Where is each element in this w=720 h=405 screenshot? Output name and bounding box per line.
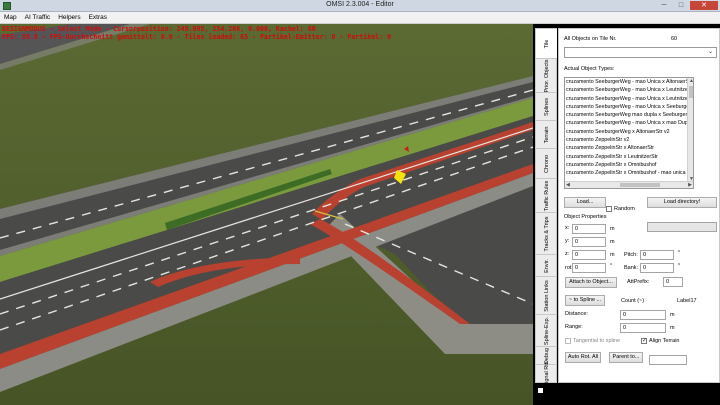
list-item[interactable]: cruzamento SeeburgerWeg mao dupla x Seeb…: [565, 111, 693, 119]
window-title: OMSI 2.3.004 - Editor: [326, 1, 394, 8]
load-button[interactable]: Load...: [564, 197, 606, 208]
tab-prior-objects[interactable]: Prior. Objects: [536, 59, 557, 93]
distance-label: Distance:: [565, 311, 588, 317]
auto-rot-all-button[interactable]: Auto Rot. All: [565, 352, 601, 363]
tab-tile[interactable]: Tile: [536, 29, 557, 59]
list-item[interactable]: cruzamento ZeppelinStr x Omnibushof: [565, 161, 693, 169]
tab-tracks-trips[interactable]: Tracks & Trips: [536, 213, 557, 255]
title-bar: OMSI 2.3.004 - Editor ─ □ ✕: [0, 0, 720, 12]
list-item[interactable]: cruzamento SeeburgerWeg - mao Unica x ma…: [565, 119, 693, 127]
load-directory-button[interactable]: Load directory!: [647, 197, 717, 208]
close-button[interactable]: ✕: [690, 1, 718, 10]
list-item[interactable]: cruzamento SeeburgerWeg - mao Unica x Al…: [565, 78, 693, 86]
tangential-label: Tangential to spline: [573, 338, 621, 344]
x-label: x:: [565, 225, 570, 231]
pitch-label: Pitch:: [624, 252, 638, 258]
to-spline-button[interactable]: ~ to Spline ...: [565, 295, 605, 306]
random-label: Random: [614, 206, 635, 212]
attprefix-field[interactable]: 0: [663, 277, 683, 287]
list-item[interactable]: cruzamento SeeburgerWeg - mao Unica x Le…: [565, 86, 693, 94]
range-label: Range:: [565, 324, 583, 330]
hud-fps-line: FPS: 59.8 - FPS-Durchschnitt gemittelt: …: [2, 33, 392, 41]
bank-field[interactable]: 0: [640, 263, 674, 273]
z-label: z:: [565, 251, 570, 257]
y-label: y:: [565, 238, 570, 244]
list-vertical-scrollbar[interactable]: ▲ ▼: [687, 78, 693, 182]
scroll-thumb[interactable]: [689, 86, 693, 98]
range-unit: m: [670, 325, 675, 331]
tab-terrain[interactable]: Terrain: [536, 121, 557, 149]
list-item[interactable]: cruzamento ZeppelinStr x AltonaerStr: [565, 144, 693, 152]
pitch-unit: °: [678, 250, 681, 256]
tab-chrono[interactable]: Chrono: [536, 149, 557, 179]
object-types-list[interactable]: cruzamento SeeburgerWeg - mao Unica x Al…: [564, 77, 694, 189]
random-checkbox[interactable]: [606, 206, 612, 212]
status-indicator: [538, 388, 543, 393]
count-label: Count (~): [621, 298, 645, 304]
x-field[interactable]: 0: [572, 224, 606, 234]
minimize-button[interactable]: ─: [656, 1, 672, 10]
list-item[interactable]: cruzamento ZeppelinStr x LeutnitzerStr: [565, 153, 693, 161]
distance-field[interactable]: 0: [620, 310, 666, 320]
rot-unit: °: [610, 263, 613, 269]
tab-traffic-rules[interactable]: Traffic Rules: [536, 179, 557, 213]
bank-unit: °: [678, 263, 681, 269]
y-unit: m: [610, 239, 615, 245]
count-value: Label17: [677, 298, 697, 304]
hud-status-line: DESIGNMODUS - Select Mode - Cursorpositi…: [2, 25, 316, 33]
menu-extras[interactable]: Extras: [85, 12, 111, 24]
z-field[interactable]: 0: [572, 250, 606, 260]
y-field[interactable]: 0: [572, 237, 606, 247]
scroll-left-icon[interactable]: ◀: [566, 182, 570, 188]
tab-spline-exp[interactable]: Spline-Exp.: [536, 315, 557, 347]
rot-field[interactable]: 0: [572, 263, 606, 273]
all-objects-label: All Objects on Tile Nr.: [564, 36, 617, 42]
distance-unit: m: [670, 312, 675, 318]
menu-bar: Map AI Traffic Helpers Extras: [0, 12, 720, 24]
tab-splines[interactable]: Splines: [536, 93, 557, 121]
tangential-checkbox[interactable]: [565, 338, 571, 344]
bank-label: Bank:: [624, 265, 639, 271]
list-item[interactable]: cruzamento ZeppelinStr v2: [565, 136, 693, 144]
list-item[interactable]: cruzamento SeeburgerWeg - mao Unica x Se…: [565, 103, 693, 111]
z-unit: m: [610, 252, 615, 258]
editor-3d-viewport[interactable]: DESIGNMODUS - Select Mode - Cursorpositi…: [0, 24, 533, 405]
tab-station-links[interactable]: Station Links: [536, 277, 557, 315]
tile-number: 60: [671, 36, 678, 42]
pitch-field[interactable]: 0: [640, 250, 674, 260]
road-scene: [0, 24, 533, 405]
menu-ai-traffic[interactable]: AI Traffic: [21, 12, 55, 24]
chevron-down-icon[interactable]: ⌄: [706, 48, 715, 57]
attprefix-label: AttPrefix:: [627, 279, 650, 285]
tab-envir[interactable]: Envir.: [536, 255, 557, 277]
tile-tab-content: All Objects on Tile Nr. 60 ⌄ Actual Obje…: [558, 28, 720, 383]
object-properties-label: Object Properties: [564, 214, 607, 220]
menu-map[interactable]: Map: [0, 12, 21, 24]
scroll-thumb[interactable]: [620, 183, 660, 187]
object-preview-field: [647, 222, 717, 232]
parent-field[interactable]: [649, 355, 687, 365]
x-unit: m: [610, 226, 615, 232]
attach-to-object-button[interactable]: Attach to Object...: [565, 277, 617, 288]
align-terrain-label: Align Terrain: [649, 338, 680, 344]
list-horizontal-scrollbar[interactable]: ◀ ▶: [565, 181, 693, 188]
object-filter-combo[interactable]: ⌄: [564, 47, 717, 58]
vertical-tab-strip: Tile Prior. Objects Splines Terrain Chro…: [535, 28, 557, 386]
menu-helpers[interactable]: Helpers: [54, 12, 84, 24]
scroll-up-icon[interactable]: ▲: [689, 78, 693, 84]
list-item[interactable]: cruzamento SeeburgerWeg x AltonaerStr v2: [565, 128, 693, 136]
list-item[interactable]: cruzamento ZeppelinStr x Omnibushof - ma…: [565, 169, 693, 177]
maximize-button[interactable]: □: [673, 1, 689, 10]
actual-object-types-label: Actual Object Types:: [564, 66, 615, 72]
align-terrain-checkbox[interactable]: [641, 337, 647, 344]
tab-signal-rts[interactable]: Signal Rts: [536, 361, 557, 386]
range-field[interactable]: 0: [620, 323, 666, 333]
scroll-right-icon[interactable]: ▶: [688, 182, 692, 188]
list-item[interactable]: cruzamento SeeburgerWeg - mao Unica x Le…: [565, 95, 693, 103]
parent-to-button[interactable]: Parent to...: [609, 352, 643, 363]
